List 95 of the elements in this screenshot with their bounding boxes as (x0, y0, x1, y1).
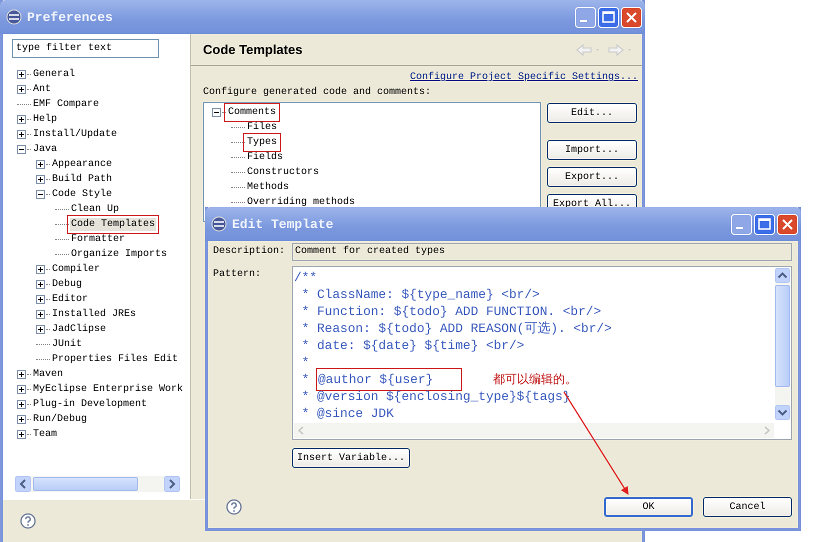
field-label: Pattern: (213, 268, 262, 282)
tree-item[interactable]: Install/Update (32, 128, 118, 141)
tree-item[interactable]: Ant (32, 83, 52, 96)
settings-link[interactable]: Configure Project Specific Settings... (410, 72, 638, 83)
help-icon[interactable] (20, 513, 36, 529)
tree-item[interactable]: Organize Imports (70, 248, 168, 261)
tree-item[interactable]: JadClipse (51, 323, 108, 336)
tree-item[interactable]: Appearance (51, 158, 114, 171)
tree-item[interactable]: Help (32, 113, 58, 126)
app-logo-icon (6, 9, 22, 25)
tree-item[interactable]: Installed JREs (51, 308, 138, 321)
collapse-icon[interactable] (36, 190, 45, 199)
expand-icon[interactable] (17, 115, 26, 124)
maximize-icon[interactable] (598, 6, 619, 28)
side-button[interactable]: Import... (547, 140, 637, 160)
insert-variable-button[interactable]: Insert Variable... (292, 448, 410, 468)
ok-button[interactable]: OK (604, 497, 693, 517)
tree-item[interactable]: JUnit (51, 338, 84, 351)
expand-icon[interactable] (17, 130, 26, 139)
tree-item[interactable]: Maven (32, 368, 64, 381)
maximize-icon[interactable] (754, 214, 775, 234)
tree-item[interactable]: EMF Compare (32, 98, 100, 111)
scroll-right-icon[interactable] (164, 476, 180, 492)
code-line: ClassName: ${type_name} <br/> (317, 286, 540, 303)
code-line: date: ${date} ${time} <br/> (317, 337, 524, 354)
tree-item[interactable]: Types (246, 136, 278, 149)
tree-item[interactable]: Compiler (51, 263, 102, 276)
comment-marker: * (300, 286, 310, 303)
tree-item[interactable]: Properties Files Edit (51, 353, 180, 366)
expand-icon[interactable] (17, 430, 26, 439)
pattern-editor[interactable] (292, 266, 792, 440)
window-title: Preferences (27, 10, 114, 24)
code-line: @since JDK (317, 405, 394, 422)
tree-item[interactable]: Code Style (51, 188, 114, 201)
cancel-button[interactable]: Cancel (703, 497, 792, 517)
tree-item[interactable]: Constructors (246, 166, 320, 179)
vertical-scrollbar[interactable] (775, 268, 790, 420)
tree-item[interactable]: Formatter (70, 233, 126, 246)
side-button[interactable]: Edit... (547, 103, 637, 123)
expand-icon[interactable] (36, 175, 45, 184)
help-icon[interactable] (226, 499, 242, 515)
tree-item[interactable]: Comments (227, 106, 278, 119)
tree-item[interactable]: Editor (51, 293, 90, 306)
scroll-down-icon[interactable] (775, 405, 790, 420)
comment-marker: * (300, 354, 310, 371)
section-label: Configure generated code and comments: (203, 87, 432, 98)
comment-marker: * (300, 388, 310, 405)
comment-marker: * (300, 320, 310, 337)
expand-icon[interactable] (36, 265, 45, 274)
tree-item[interactable]: General (32, 68, 76, 81)
annotation-note: 都可以编辑的。 (493, 371, 577, 388)
tree-item[interactable]: MyEclipse Enterprise Work (32, 383, 184, 396)
tree-item[interactable]: Code Templates (70, 218, 156, 231)
tree-item[interactable]: Files (246, 121, 278, 134)
close-icon[interactable] (621, 6, 642, 28)
expand-icon[interactable] (17, 415, 26, 424)
tree-item[interactable]: Fields (246, 151, 284, 164)
tree-item[interactable]: Build Path (51, 173, 114, 186)
comment-marker: * (300, 303, 310, 320)
expand-icon[interactable] (17, 85, 26, 94)
scroll-up-icon[interactable] (775, 268, 790, 283)
comment-marker: * (300, 337, 310, 354)
comment-marker: * (300, 405, 310, 422)
tree-item[interactable]: Debug (51, 278, 84, 291)
expand-icon[interactable] (36, 280, 45, 289)
tree-item[interactable]: Team (32, 428, 58, 441)
expand-icon[interactable] (36, 325, 45, 334)
tree-item[interactable]: Clean Up (70, 203, 120, 216)
collapse-icon[interactable] (212, 108, 221, 117)
scroll-left-icon[interactable] (15, 476, 31, 492)
comment-marker: * (300, 371, 310, 388)
collapse-icon[interactable] (17, 145, 26, 154)
tree-item[interactable]: Methods (246, 181, 290, 194)
field-label: Description: (213, 244, 286, 259)
expand-icon[interactable] (36, 310, 45, 319)
description-field[interactable]: Comment for created types (292, 243, 792, 261)
app-logo-icon (211, 216, 227, 232)
tree-item[interactable]: Plug-in Development (32, 398, 148, 411)
expand-icon[interactable] (17, 400, 26, 409)
side-button[interactable]: Export... (547, 167, 637, 187)
tree-item[interactable]: Overriding methods (246, 196, 356, 209)
page-title: Code Templates (203, 42, 302, 57)
expand-icon[interactable] (17, 385, 26, 394)
tree-item[interactable]: Java (32, 143, 58, 156)
expand-icon[interactable] (36, 160, 45, 169)
filter-field[interactable]: type filter text (12, 39, 159, 58)
code-line: Function: ${todo} ADD FUNCTION. <br/> (317, 303, 602, 320)
expand-icon[interactable] (17, 70, 26, 79)
close-icon[interactable] (777, 214, 798, 234)
code-line: /** (294, 269, 318, 286)
horizontal-scrollbar[interactable] (15, 476, 180, 492)
expand-icon[interactable] (36, 295, 45, 304)
expand-icon[interactable] (17, 370, 26, 379)
code-line: Reason: ${todo} ADD REASON(可选). <br/> (317, 320, 612, 337)
tree-item[interactable]: Run/Debug (32, 413, 88, 426)
